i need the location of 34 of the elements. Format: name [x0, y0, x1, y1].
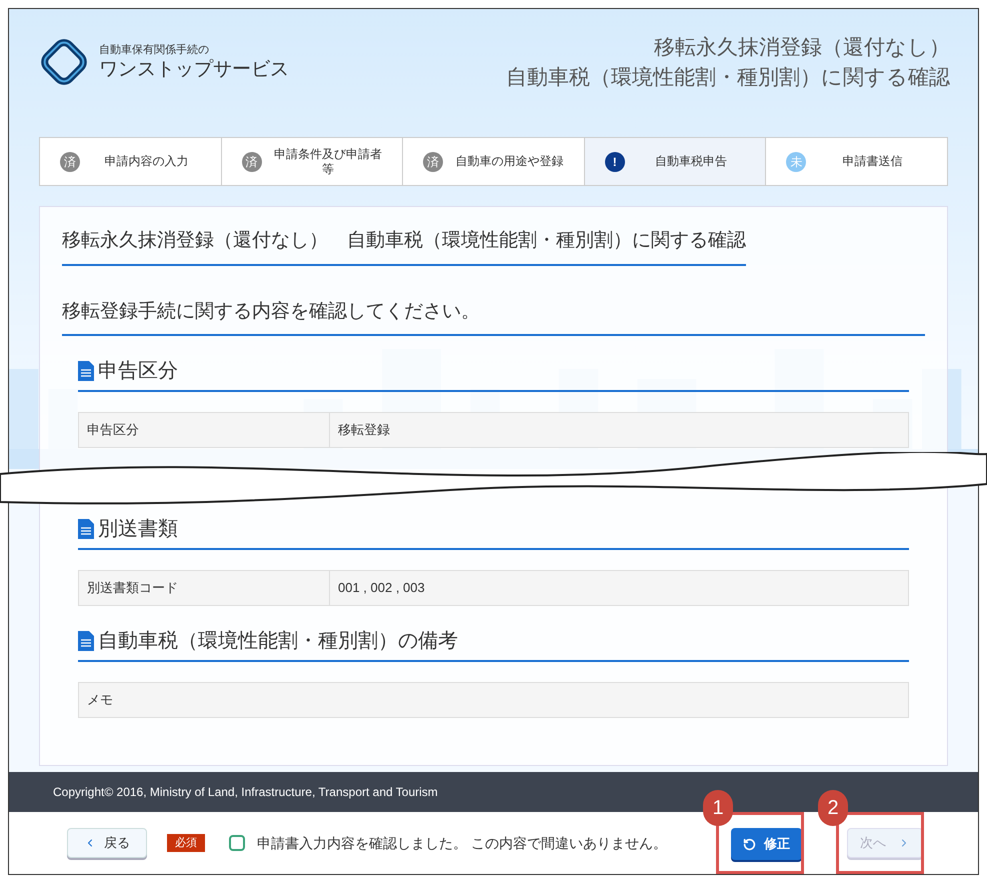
step-label: 自動車の用途や登録 — [454, 154, 564, 169]
field-label: 申告区分 — [86, 421, 140, 440]
logo-caption: 自動車保有関係手続の — [99, 42, 210, 58]
status-badge: 済 — [60, 152, 80, 172]
status-badge: 未 — [786, 152, 806, 172]
page-heading: 移転永久抹消登録（還付なし） — [654, 35, 950, 61]
undo-icon — [743, 838, 756, 850]
step-label: 自動車税申告 — [654, 154, 728, 169]
instruction-text: 移転登録手続に関する内容を確認してください。 — [62, 300, 480, 322]
status-badge: ! — [604, 152, 625, 172]
edit-button[interactable]: 修正 — [731, 828, 802, 860]
status-badge: 済 — [423, 152, 444, 172]
confirm-checkbox[interactable] — [229, 835, 245, 851]
document-icon — [78, 519, 94, 539]
section-title: 申告区分 — [98, 359, 178, 384]
logo-title: ワンストップサービス — [99, 58, 289, 82]
step-label: 申請書送信 — [842, 154, 904, 169]
page-heading: 自動車税（環境性能割・種別割）に関する確認 — [506, 65, 950, 91]
status-badge: 済 — [242, 152, 262, 172]
step-label: 申請条件及び申請者等 — [272, 146, 383, 176]
copyright-text: Copyright© 2016, Ministry of Land, Infrastructure, Transport and Tourism — [53, 784, 438, 801]
step-label: 申請内容の入力 — [103, 154, 190, 169]
confirm-label: 申請書入力内容を確認しました。 この内容で間違いありません。 — [257, 834, 667, 852]
field-value: 001 , 002 , 003 — [329, 571, 908, 605]
section-title: 自動車税（環境性能割・種別割）の備考 — [98, 629, 458, 654]
field-label: メモ — [86, 691, 114, 710]
field-value: 移転登録 — [329, 413, 908, 447]
section-title: 別送書類 — [98, 517, 178, 542]
field-label: 別送書類コード — [86, 579, 179, 598]
document-icon — [78, 631, 94, 651]
form-title: 移転永久抹消登録（還付なし） 自動車税（環境性能割・種別割）に関する確認 — [62, 230, 746, 251]
document-icon — [78, 361, 94, 381]
back-button[interactable]: 戻る — [67, 828, 147, 858]
required-tag: 必須 — [167, 834, 205, 852]
